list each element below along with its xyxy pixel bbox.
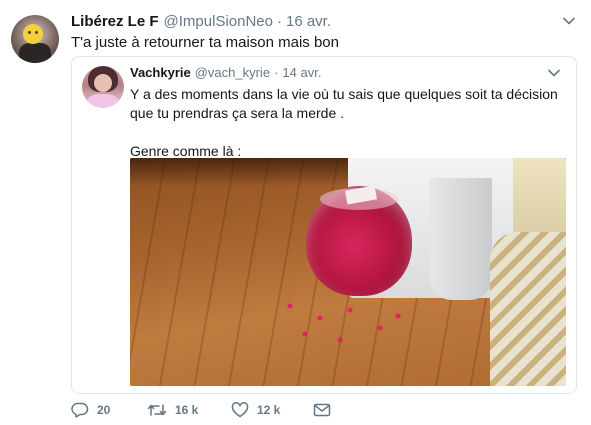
retweet-button[interactable]: 16 k bbox=[147, 402, 231, 418]
quoted-header-separator: · bbox=[274, 65, 279, 80]
author-avatar[interactable] bbox=[11, 15, 59, 63]
reply-button[interactable]: 20 bbox=[71, 402, 147, 418]
quoted-author-avatar[interactable] bbox=[82, 66, 124, 108]
photo-spilled-beads bbox=[280, 298, 410, 348]
photo-cabinet-leg bbox=[430, 178, 492, 300]
retweet-icon bbox=[147, 402, 175, 418]
tweet-actions: 20 16 k 12 k bbox=[71, 400, 339, 420]
author-handle[interactable]: @ImpulSionNeo bbox=[164, 13, 273, 30]
quoted-author-handle[interactable]: @vach_kyrie bbox=[195, 65, 270, 80]
chevron-down-icon[interactable] bbox=[563, 15, 575, 27]
reply-count: 20 bbox=[97, 403, 111, 417]
like-count: 12 k bbox=[257, 403, 281, 417]
tweet-timestamp[interactable]: 16 avr. bbox=[286, 13, 331, 30]
quoted-text: Y a des moments dans la vie où tu sais q… bbox=[130, 85, 570, 161]
attached-photo[interactable] bbox=[130, 158, 566, 386]
avatar-face bbox=[94, 74, 112, 92]
tweet-text: T'a juste à retourner ta maison mais bon bbox=[71, 34, 339, 51]
envelope-icon bbox=[313, 402, 339, 418]
heart-icon bbox=[231, 402, 257, 418]
tweet: Libérez Le F @ImpulSionNeo · 16 avr. T'a… bbox=[0, 0, 591, 425]
header-separator: · bbox=[276, 13, 282, 30]
tweet-header: Libérez Le F @ImpulSionNeo · 16 avr. bbox=[71, 13, 331, 33]
quoted-author-name[interactable]: Vachkyrie bbox=[130, 65, 191, 80]
reply-icon bbox=[71, 402, 97, 418]
quoted-tweet[interactable]: Vachkyrie @vach_kyrie · 14 avr. Y a des … bbox=[71, 56, 577, 394]
chevron-down-icon[interactable] bbox=[548, 67, 560, 79]
like-button[interactable]: 12 k bbox=[231, 402, 313, 418]
avatar-shirt bbox=[86, 94, 120, 108]
quoted-text-line: Y a des moments dans la vie où tu sais q… bbox=[130, 86, 558, 121]
avatar-figure bbox=[19, 43, 51, 63]
retweet-count: 16 k bbox=[175, 403, 199, 417]
author-name[interactable]: Libérez Le F bbox=[71, 13, 159, 30]
photo-rug bbox=[490, 232, 566, 386]
direct-message-button[interactable] bbox=[313, 402, 339, 418]
quoted-timestamp[interactable]: 14 avr. bbox=[282, 65, 321, 80]
quoted-header: Vachkyrie @vach_kyrie · 14 avr. bbox=[130, 65, 321, 80]
avatar-emoji bbox=[23, 24, 43, 44]
